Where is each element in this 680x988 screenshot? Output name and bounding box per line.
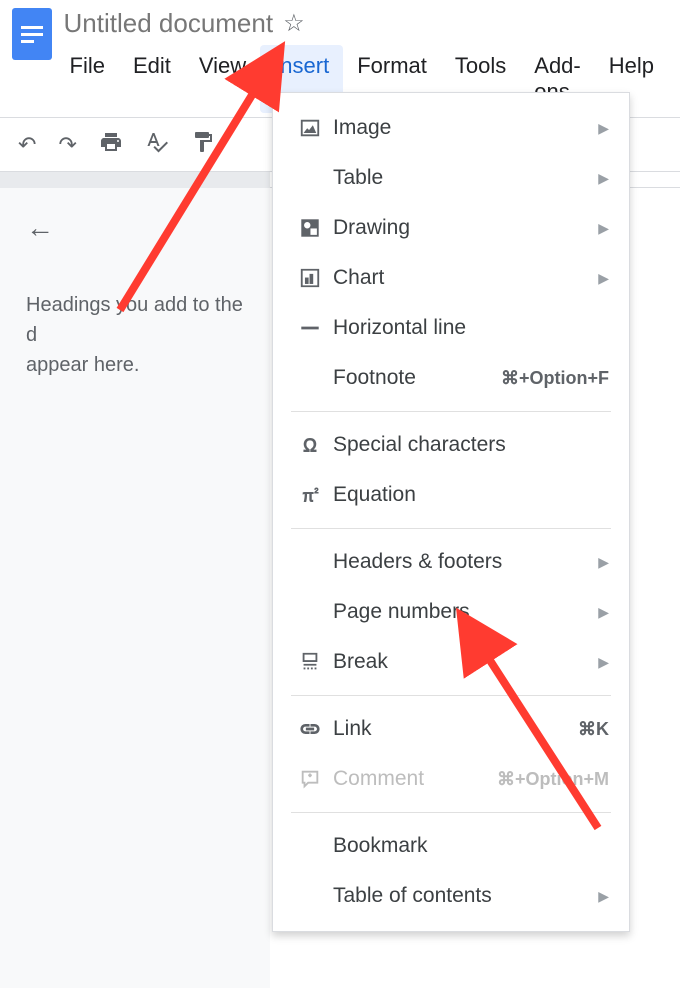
comment-icon bbox=[293, 768, 327, 790]
menu-item-label: Special characters bbox=[333, 433, 609, 457]
menu-separator bbox=[291, 812, 611, 813]
svg-text:Ω: Ω bbox=[303, 434, 317, 455]
submenu-arrow-icon: ▶ bbox=[598, 654, 609, 671]
undo-icon[interactable]: ↶ bbox=[18, 132, 36, 158]
hline-icon bbox=[293, 317, 327, 339]
menu-item-page-numbers[interactable]: Page numbers▶ bbox=[273, 587, 629, 637]
pi-icon: π2 bbox=[293, 484, 327, 506]
collapse-outline-icon[interactable]: ← bbox=[26, 212, 54, 244]
print-icon[interactable] bbox=[99, 130, 123, 160]
menu-item-footnote[interactable]: Footnote⌘+Option+F bbox=[273, 353, 629, 403]
svg-text:2: 2 bbox=[314, 486, 318, 495]
menu-item-bookmark[interactable]: Bookmark bbox=[273, 821, 629, 871]
menu-view[interactable]: View bbox=[185, 45, 260, 113]
menu-item-label: Image bbox=[333, 116, 598, 140]
menu-item-label: Equation bbox=[333, 483, 609, 507]
menu-item-horizontal-line[interactable]: Horizontal line bbox=[273, 303, 629, 353]
menu-item-label: Drawing bbox=[333, 216, 598, 240]
menu-file[interactable]: File bbox=[56, 45, 119, 113]
break-icon bbox=[293, 651, 327, 673]
menu-separator bbox=[291, 411, 611, 412]
menu-item-headers-footers[interactable]: Headers & footers▶ bbox=[273, 537, 629, 587]
outline-panel: ← Headings you add to the d appear here. bbox=[0, 188, 270, 988]
menu-item-label: Footnote bbox=[333, 366, 501, 390]
menu-shortcut: ⌘K bbox=[578, 719, 609, 740]
submenu-arrow-icon: ▶ bbox=[598, 220, 609, 237]
insert-menu-dropdown: Image▶Table▶Drawing▶Chart▶Horizontal lin… bbox=[272, 92, 630, 932]
paint-format-icon[interactable] bbox=[191, 130, 215, 160]
image-icon bbox=[293, 117, 327, 139]
menu-shortcut: ⌘+Option+F bbox=[501, 368, 609, 389]
omega-icon: Ω bbox=[293, 434, 327, 456]
menu-edit[interactable]: Edit bbox=[119, 45, 185, 113]
menu-item-label: Break bbox=[333, 650, 598, 674]
chart-icon bbox=[293, 267, 327, 289]
menu-separator bbox=[291, 695, 611, 696]
submenu-arrow-icon: ▶ bbox=[598, 888, 609, 905]
star-icon[interactable]: ☆ bbox=[283, 9, 305, 38]
menu-item-label: Chart bbox=[333, 266, 598, 290]
menu-item-label: Horizontal line bbox=[333, 316, 609, 340]
menu-item-label: Comment bbox=[333, 767, 497, 791]
submenu-arrow-icon: ▶ bbox=[598, 170, 609, 187]
redo-icon[interactable]: ↷ bbox=[58, 132, 76, 158]
menu-item-label: Page numbers bbox=[333, 600, 598, 624]
menu-separator bbox=[291, 528, 611, 529]
submenu-arrow-icon: ▶ bbox=[598, 554, 609, 571]
menu-item-label: Table of contents bbox=[333, 884, 598, 908]
submenu-arrow-icon: ▶ bbox=[598, 120, 609, 137]
menu-item-break[interactable]: Break▶ bbox=[273, 637, 629, 687]
menu-item-label: Bookmark bbox=[333, 834, 609, 858]
menu-item-table-of-contents[interactable]: Table of contents▶ bbox=[273, 871, 629, 921]
menu-item-drawing[interactable]: Drawing▶ bbox=[273, 203, 629, 253]
menu-item-chart[interactable]: Chart▶ bbox=[273, 253, 629, 303]
menu-item-label: Headers & footers bbox=[333, 550, 598, 574]
menu-item-image[interactable]: Image▶ bbox=[273, 103, 629, 153]
submenu-arrow-icon: ▶ bbox=[598, 270, 609, 287]
menu-item-label: Link bbox=[333, 717, 578, 741]
menu-shortcut: ⌘+Option+M bbox=[497, 769, 609, 790]
svg-text:π: π bbox=[302, 487, 313, 505]
menu-item-special-characters[interactable]: Ω Special characters bbox=[273, 420, 629, 470]
menu-item-equation[interactable]: π2 Equation bbox=[273, 470, 629, 520]
menu-item-comment: Comment⌘+Option+M bbox=[273, 754, 629, 804]
menu-item-link[interactable]: Link⌘K bbox=[273, 704, 629, 754]
link-icon bbox=[293, 718, 327, 740]
menu-item-label: Table bbox=[333, 166, 598, 190]
outline-placeholder: Headings you add to the d appear here. bbox=[26, 290, 244, 380]
menu-item-table[interactable]: Table▶ bbox=[273, 153, 629, 203]
spellcheck-icon[interactable] bbox=[145, 130, 169, 160]
docs-logo-icon[interactable] bbox=[12, 8, 52, 60]
drawing-icon bbox=[293, 217, 327, 239]
submenu-arrow-icon: ▶ bbox=[598, 604, 609, 621]
document-title[interactable]: Untitled document bbox=[64, 8, 274, 39]
